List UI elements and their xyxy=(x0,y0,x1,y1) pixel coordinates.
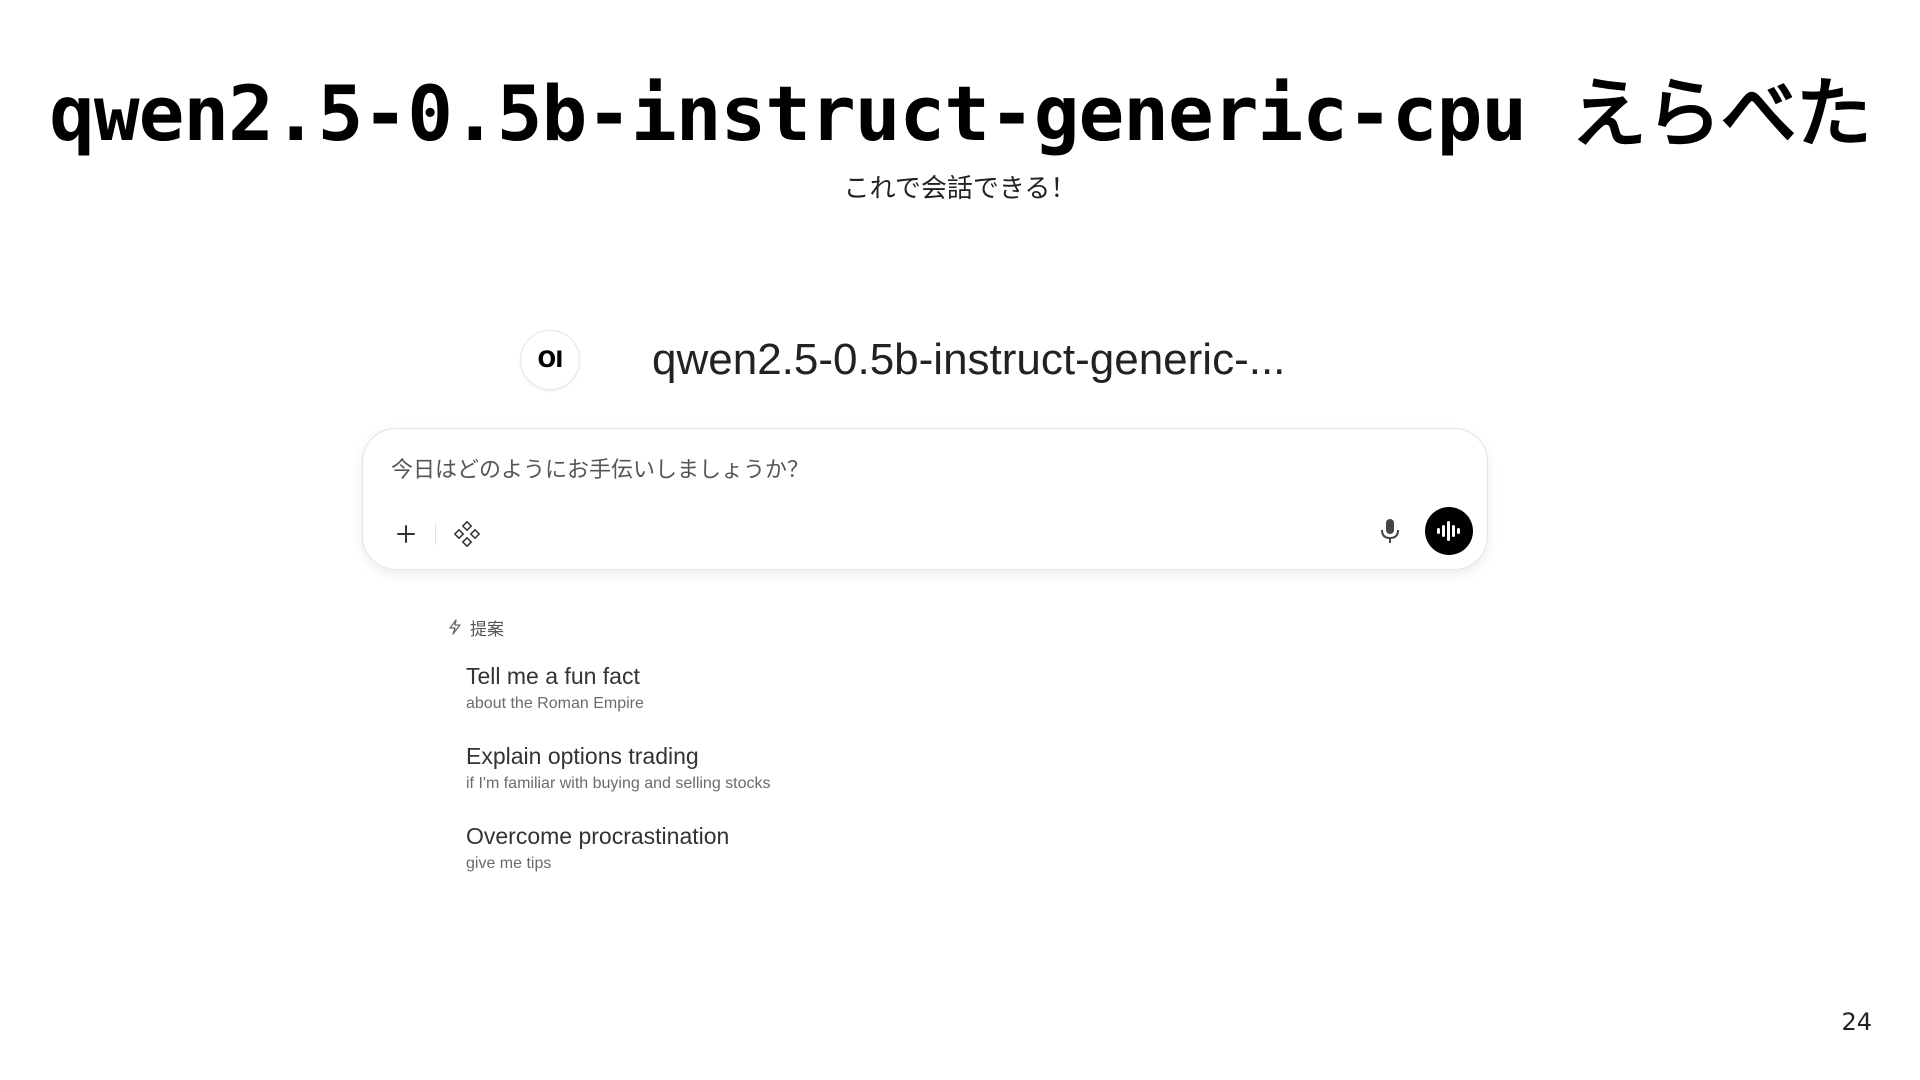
plus-icon[interactable] xyxy=(389,517,423,551)
slide-title: qwen2.5-0.5b-instruct-generic-cpu えらべた xyxy=(49,69,1872,158)
microphone-icon[interactable] xyxy=(1373,514,1407,548)
slide: qwen2.5-0.5b-instruct-generic-cpu えらべた こ… xyxy=(0,0,1920,1080)
chat-toolbar-right xyxy=(1373,507,1473,555)
suggestions: 提案 Tell me a fun fact about the Roman Em… xyxy=(448,614,1048,876)
voice-mode-button[interactable] xyxy=(1425,507,1473,555)
suggestion-title: Overcome procrastination xyxy=(466,823,730,849)
suggestion-subtitle: about the Roman Empire xyxy=(466,695,644,712)
chat-input-box xyxy=(362,428,1488,570)
suggestion-title: Explain options trading xyxy=(466,743,699,769)
suggestion-subtitle: give me tips xyxy=(466,855,552,872)
suggestion-subtitle: if I'm familiar with buying and selling … xyxy=(466,775,771,792)
chat-input[interactable] xyxy=(389,451,1433,489)
suggestion-item[interactable]: Overcome procrastination give me tips xyxy=(466,822,1048,876)
toolbar-divider xyxy=(435,523,436,545)
openwebui-logo: OI xyxy=(520,330,580,390)
suggestion-item[interactable]: Tell me a fun fact about the Roman Empir… xyxy=(466,662,1048,716)
model-header: OI qwen2.5-0.5b-instruct-generic-... xyxy=(520,328,1285,392)
slide-subtitle: これで会話できる！ xyxy=(843,174,1077,204)
suggestion-item[interactable]: Explain options trading if I'm familiar … xyxy=(466,742,1048,796)
integrations-icon[interactable] xyxy=(450,517,484,551)
bolt-icon xyxy=(448,619,462,635)
chat-toolbar-left xyxy=(389,517,484,551)
suggestions-label: 提案 xyxy=(470,619,504,640)
voice-mode-icon xyxy=(1437,521,1460,541)
suggestion-title: Tell me a fun fact xyxy=(466,663,640,689)
model-name[interactable]: qwen2.5-0.5b-instruct-generic-... xyxy=(652,335,1285,385)
page-number: 24 xyxy=(1841,1008,1872,1036)
suggestions-header: 提案 xyxy=(448,614,1048,640)
